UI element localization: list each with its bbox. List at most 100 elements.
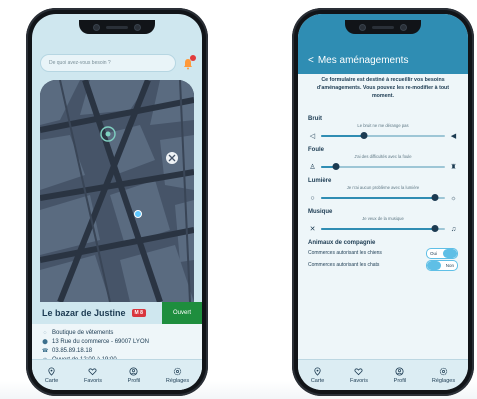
tab-label: Carte <box>310 377 325 384</box>
metro-badge: M 8 <box>131 309 146 317</box>
pets-row-label: Commerces autorisant les chats <box>308 262 380 268</box>
slider-knob[interactable] <box>431 225 439 232</box>
dim-light-icon: ○ <box>310 194 315 202</box>
store-name: Le bazar de Justine <box>42 308 126 318</box>
tab-carte[interactable]: Carte <box>310 366 325 384</box>
setting-note: Le bruit ne me dérange pas <box>357 123 409 128</box>
user-icon <box>395 366 404 376</box>
store-category-line: ◌ Boutique de vêtements <box>42 329 192 338</box>
toggle-label: Oui <box>430 250 438 256</box>
music-slider[interactable] <box>321 225 445 232</box>
map-view[interactable] <box>40 80 194 302</box>
notification-bell-icon[interactable] <box>182 55 196 70</box>
setting-foule: Foule J'ai des difficultés avec la foule… <box>308 147 458 172</box>
tab-reglages[interactable]: Réglages <box>166 367 189 384</box>
crowd-slider[interactable] <box>321 163 445 170</box>
music-note-icon: ♫ <box>450 225 457 233</box>
speaker-high-icon: ◀ <box>450 132 457 140</box>
search-input[interactable]: De quoi avez-vous besoin ? <box>40 54 176 72</box>
pets-row-label: Commerces autorisant les chiens <box>308 250 382 256</box>
setting-title: Bruit <box>308 116 322 122</box>
setting-note: Je veux de la musique <box>362 216 404 221</box>
setting-title: Musique <box>308 209 333 215</box>
location-pin-icon: ⬤ <box>42 339 48 345</box>
slider-row: ○ ☼ <box>308 193 458 203</box>
setting-bruit: Bruit Le bruit ne me dérange pas ◁ ◀ <box>308 116 458 141</box>
page-title: Mes aménagements <box>317 55 409 66</box>
noise-slider[interactable] <box>321 132 445 139</box>
store-phone-line[interactable]: ☎ 03.85.89.18.18 <box>42 347 192 356</box>
map-screen: De quoi avez-vous besoin ? Le bazar de J… <box>32 14 202 390</box>
tab-label: Profil <box>127 377 141 384</box>
tab-label: Carte <box>44 377 59 384</box>
map-pin-icon <box>314 366 321 376</box>
gear-icon <box>173 367 182 375</box>
slider-knob[interactable] <box>332 163 340 170</box>
phone-notch <box>79 20 155 34</box>
setting-title: Lumière <box>308 178 332 184</box>
setting-lumiere: Lumière Je n'ai aucun problème avec la l… <box>308 178 458 203</box>
store-address-line: ⬤ 13 Rue du commerce - 69007 LYON <box>42 338 192 347</box>
slider-fill <box>321 197 436 199</box>
music-off-icon: ✕ <box>309 225 316 233</box>
back-arrow-icon[interactable]: < <box>308 55 314 66</box>
search-row: De quoi avez-vous besoin ? <box>40 54 196 72</box>
slider-row: ◁ ◀ <box>308 131 458 141</box>
store-address: 13 Rue du commerce - 69007 LYON <box>52 339 149 345</box>
pets-title: Animaux de compagnie <box>308 240 376 246</box>
setting-note: Je n'ai aucun problème avec la lumière <box>346 185 420 190</box>
phone-map-screen: De quoi avez-vous besoin ? Le bazar de J… <box>26 8 208 396</box>
settings-screen: < Mes aménagements Ce formulaire est des… <box>298 14 468 390</box>
setting-note: J'ai des difficultés avec la foule <box>354 154 412 159</box>
store-status-badge: Ouvert <box>162 302 202 324</box>
pets-row-cats: Commerces autorisant les chats Non <box>308 259 458 271</box>
phone-settings-screen: < Mes aménagements Ce formulaire est des… <box>292 8 474 396</box>
crowd-icon: ♜ <box>450 163 457 171</box>
store-phone[interactable]: 03.85.89.18.18 <box>52 347 92 356</box>
store-name-block: Le bazar de Justine M 8 <box>32 302 162 324</box>
single-person-icon: ♙ <box>309 163 316 171</box>
tab-favoris[interactable]: Favoris <box>350 367 368 384</box>
phone-notch <box>345 20 421 34</box>
toggle-pill <box>443 248 457 258</box>
tab-reglages[interactable]: Réglages <box>432 367 455 384</box>
pets-row-dogs: Commerces autorisant les chiens Oui <box>308 247 458 259</box>
setting-title: Foule <box>308 147 324 153</box>
tag-icon: ◌ <box>43 330 47 336</box>
map-pin-icon <box>48 366 55 376</box>
notification-badge <box>190 55 196 61</box>
tab-profil[interactable]: Profil <box>393 366 407 384</box>
tab-bar: Carte Favoris Profil Réglages <box>32 359 202 390</box>
user-icon <box>129 366 138 376</box>
store-category: Boutique de vêtements <box>52 330 114 336</box>
toggle-label: Non <box>445 262 454 268</box>
phone-icon: ☎ <box>42 348 49 354</box>
tab-profil[interactable]: Profil <box>127 366 141 384</box>
slider-fill <box>321 228 436 230</box>
slider-row: ♙ ♜ <box>308 162 458 172</box>
intro-text: Ce formulaire est destiné à recueillir v… <box>316 77 450 99</box>
dogs-toggle[interactable]: Oui <box>426 247 458 259</box>
tab-label: Profil <box>393 377 407 384</box>
gear-icon <box>439 367 448 375</box>
tab-favoris[interactable]: Favoris <box>84 367 102 384</box>
setting-musique: Musique Je veux de la musique ✕ ♫ <box>308 209 458 234</box>
tab-label: Réglages <box>431 377 456 384</box>
toggle-pill <box>427 260 441 270</box>
tab-bar: Carte Favoris Profil Réglages <box>298 359 468 390</box>
tab-label: Favoris <box>83 377 102 384</box>
speaker-low-icon: ◁ <box>309 132 316 140</box>
heart-icon <box>88 367 97 375</box>
tab-label: Réglages <box>165 377 190 384</box>
store-header: Le bazar de Justine M 8 Ouvert <box>32 302 202 324</box>
settings-form: Bruit Le bruit ne me dérange pas ◁ ◀ Fou… <box>308 116 458 271</box>
cats-toggle[interactable]: Non <box>426 259 458 271</box>
heart-icon <box>354 367 363 375</box>
tab-carte[interactable]: Carte <box>44 366 59 384</box>
pets-section: Animaux de compagnie Commerces autorisan… <box>308 240 458 271</box>
slider-row: ✕ ♫ <box>308 224 458 234</box>
light-slider[interactable] <box>321 194 445 201</box>
slider-knob[interactable] <box>431 194 439 201</box>
slider-knob[interactable] <box>360 132 368 139</box>
bright-light-icon: ☼ <box>450 194 457 202</box>
